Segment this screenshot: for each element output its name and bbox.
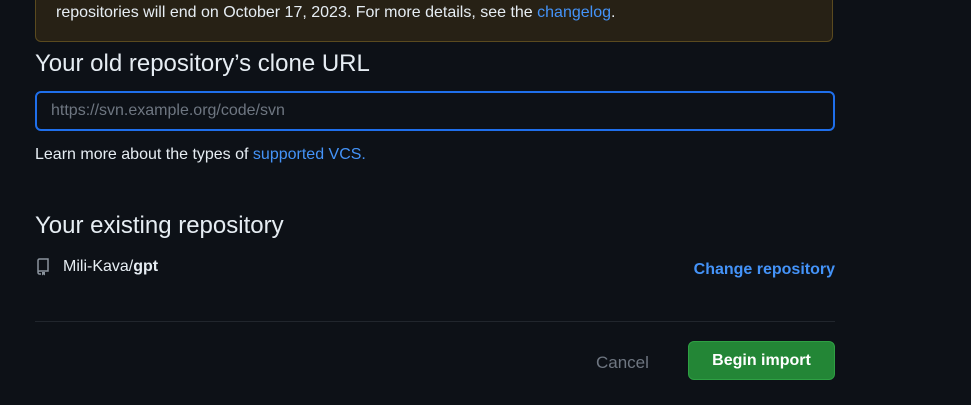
supported-vcs-link[interactable]: supported VCS. (253, 146, 366, 163)
cancel-button[interactable]: Cancel (596, 353, 649, 373)
import-repository-page: repositories will end on October 17, 202… (0, 0, 971, 405)
help-text: Learn more about the types of (35, 146, 253, 163)
notice-text: repositories will end on October 17, 202… (56, 4, 538, 21)
selected-repository: Mili-Kava/gpt (35, 258, 158, 276)
repo-icon (35, 258, 51, 276)
divider (35, 321, 835, 322)
deprecation-notice: repositories will end on October 17, 202… (35, 0, 833, 42)
notice-suffix: . (610, 4, 616, 21)
change-repository-link[interactable]: Change repository (694, 261, 835, 279)
repo-owner: Mili-Kava/ (63, 258, 134, 275)
clone-url-title: Your old repository’s clone URL (35, 50, 370, 77)
existing-repository-title: Your existing repository (35, 212, 284, 239)
clone-url-input[interactable] (35, 91, 835, 131)
repo-name: gpt (133, 258, 159, 275)
changelog-link[interactable]: changelog (537, 4, 611, 21)
vcs-help-text: Learn more about the types of supported … (35, 146, 366, 164)
begin-import-button[interactable]: Begin import (688, 341, 835, 380)
